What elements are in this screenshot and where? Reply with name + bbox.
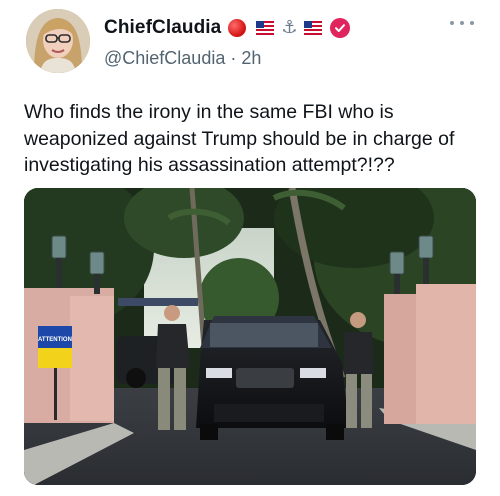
red-circle-emoji (228, 19, 247, 37)
display-name[interactable]: ChiefClaudia (104, 17, 221, 39)
verified-badge-icon (330, 18, 351, 38)
us-flag-emoji (304, 21, 323, 35)
handle-row: @ChiefClaudia · 2h (104, 48, 480, 69)
tweet-header: ChiefClaudia ⚓ @ChiefClaudia · 2h (104, 14, 480, 74)
anchor-emoji: ⚓ (281, 17, 298, 38)
sign-title: ATTENTION (38, 337, 72, 343)
tweet-text: Who finds the irony in the same FBI who … (24, 101, 455, 176)
more-options-icon[interactable] (450, 14, 474, 32)
tweet-photo[interactable]: ATTENTION (24, 188, 476, 485)
us-flag-emoji (256, 21, 275, 35)
user-handle[interactable]: @ChiefClaudia (104, 48, 225, 69)
name-row: ChiefClaudia ⚓ (104, 14, 480, 42)
avatar-photo (26, 9, 90, 73)
tweet-timestamp[interactable]: 2h (241, 48, 261, 69)
avatar[interactable] (26, 9, 90, 73)
photo-scene: ATTENTION (24, 188, 476, 485)
tweet-card: ChiefClaudia ⚓ @ChiefClaudia · 2h Who fi… (0, 0, 500, 496)
meta-separator: · (230, 48, 237, 68)
